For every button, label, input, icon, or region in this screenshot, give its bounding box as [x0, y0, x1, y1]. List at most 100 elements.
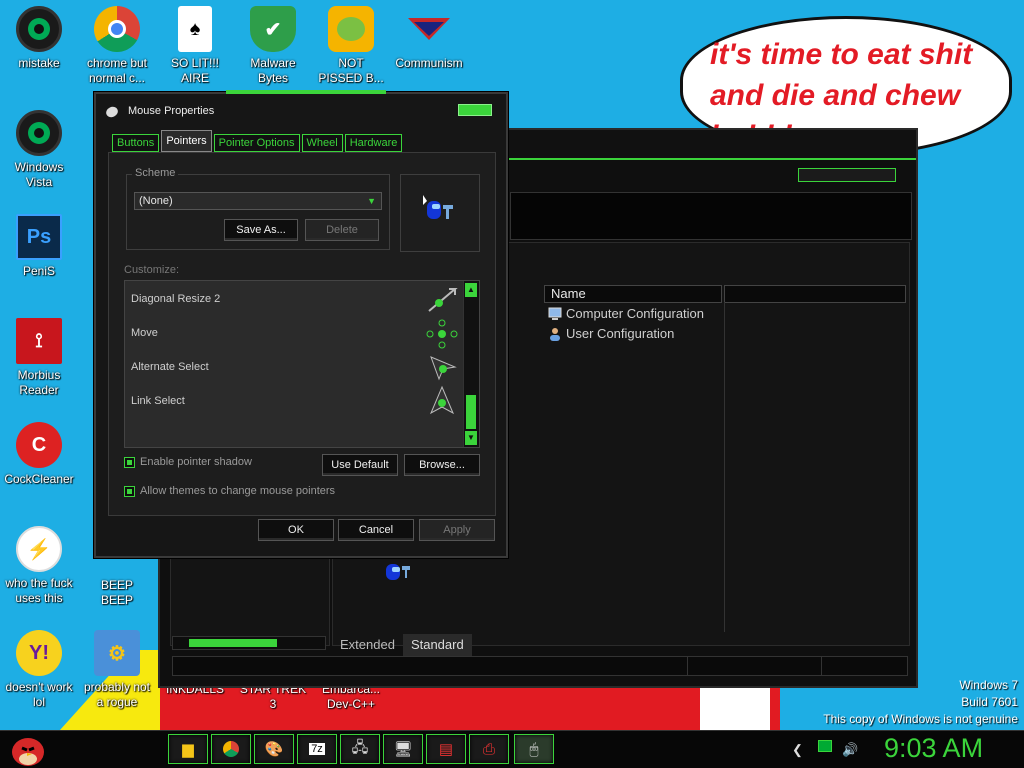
monitor-icon: 🖥: [393, 741, 413, 758]
pointer-name: Alternate Select: [131, 361, 209, 373]
column-header-blank[interactable]: [724, 285, 906, 303]
desktop-icon-label: who the fuck uses this: [5, 576, 73, 605]
desktop-icon-solitaire[interactable]: ♠ SO LIT!!! AIRE: [156, 6, 234, 86]
enable-pointer-shadow-checkbox[interactable]: Enable pointer shadow: [124, 456, 252, 468]
pointer-row-link-select[interactable]: Link Select: [131, 395, 185, 407]
taskbar-folder-button[interactable]: ▆: [168, 734, 208, 764]
tab-pointers[interactable]: Pointers: [161, 130, 212, 152]
desktop-icon-malwarebytes[interactable]: ✔ Malware Bytes: [234, 6, 312, 86]
dialog-titlebar[interactable]: Mouse Properties: [104, 104, 214, 118]
desktop-icon-photoshop[interactable]: Ps PeniS: [0, 214, 78, 279]
ok-button[interactable]: OK: [258, 519, 334, 541]
column-header-name[interactable]: Name: [544, 285, 722, 303]
pointer-list[interactable]: Diagonal Resize 2 Move Alternate Select …: [124, 280, 480, 448]
mouse-icon: 🖱: [529, 740, 539, 758]
column-divider: [724, 302, 725, 632]
taskbar-paint-button[interactable]: 🎨: [254, 734, 294, 764]
pdf-reader-icon: ⟟: [16, 318, 62, 364]
desktop-icon-label: SO LIT!!! AIRE: [170, 56, 219, 85]
mouse-icon: [104, 104, 120, 118]
move-icon: [425, 319, 459, 349]
fax-icon: ▤: [438, 741, 454, 758]
desktop-icon-beep-beep[interactable]: BEEP BEEP: [78, 552, 156, 608]
list-item-label: User Configuration: [566, 326, 675, 341]
tray-network-icon[interactable]: [818, 740, 832, 752]
tray-volume-icon[interactable]: 🔊: [842, 742, 858, 758]
among-us-cursor-icon: [423, 195, 453, 219]
desktop-icon-probably-not-rogue[interactable]: ⚙ probably not a rogue: [78, 630, 156, 710]
desktop-icon-not-pissed[interactable]: NOT PISSED B...: [312, 6, 390, 86]
desktop-icon-label: probably not a rogue: [83, 680, 151, 709]
taskbar-clock[interactable]: 9:03 AM: [884, 733, 983, 764]
desktop-icon-cockcleaner[interactable]: C CockCleaner: [0, 422, 78, 487]
taskbar-chrome-button[interactable]: [211, 734, 251, 764]
yahoo-messenger-icon: Y!: [16, 630, 62, 676]
save-as-button[interactable]: Save As...: [224, 219, 298, 241]
taskbar-mouse-button[interactable]: 🖱: [514, 734, 554, 764]
apply-button[interactable]: Apply: [419, 519, 495, 541]
list-item-computer-configuration[interactable]: Computer Configuration: [548, 306, 704, 321]
bad-piggies-icon: [328, 6, 374, 52]
desktop-icon-label: Communism: [395, 56, 463, 70]
watermark-os: Windows 7: [959, 678, 1018, 692]
taskbar-fax-button[interactable]: ▤: [426, 734, 466, 764]
taskbar-7zip-button[interactable]: 7z: [297, 734, 337, 764]
angry-bird-icon: [12, 738, 44, 766]
allow-themes-checkbox[interactable]: Allow themes to change mouse pointers: [124, 485, 335, 497]
desktop-icon-communism[interactable]: Communism: [390, 6, 468, 71]
desktop-icon-morbius-reader[interactable]: ⟟ Morbius Reader: [0, 318, 78, 398]
titlebar-accent: [226, 90, 386, 94]
tray-expand-icon[interactable]: ❮: [792, 742, 803, 758]
desktop-icon-yahoo[interactable]: Y! doesn't work lol: [0, 630, 78, 710]
desktop-icon-chrome[interactable]: chrome but normal c...: [78, 6, 156, 86]
delete-button[interactable]: Delete: [305, 219, 379, 241]
tab-buttons[interactable]: Buttons: [112, 134, 160, 152]
scroll-up-button[interactable]: ▲: [465, 283, 477, 297]
window-controls[interactable]: [798, 168, 896, 182]
desktop-icon-who-uses-this[interactable]: ⚡ who the fuck uses this: [0, 526, 78, 606]
computer-icon: [548, 307, 562, 321]
desktop-icon-mistake[interactable]: mistake: [0, 6, 78, 71]
desktop-icon-label: CockCleaner: [4, 472, 74, 486]
use-default-button[interactable]: Use Default: [322, 454, 398, 476]
pointer-row-diagonal-resize-2[interactable]: Diagonal Resize 2: [131, 293, 220, 305]
taskbar-network-button[interactable]: 🖧: [340, 734, 380, 764]
pointer-row-alternate-select[interactable]: Alternate Select: [131, 361, 209, 373]
emblem-icon: [406, 6, 452, 52]
horizontal-scrollbar[interactable]: [172, 636, 326, 650]
scrollbar-thumb[interactable]: [466, 395, 476, 429]
scroll-down-button[interactable]: ▼: [465, 431, 477, 445]
playing-cards-icon: ♠: [178, 6, 212, 52]
taskbar-monitor-button[interactable]: 🖥: [383, 734, 423, 764]
scheme-dropdown[interactable]: (None) ▼: [134, 192, 382, 210]
wallpaper-white-shape: [700, 688, 770, 730]
desktop-icon-label: Malware Bytes: [250, 56, 296, 85]
ccleaner-icon: C: [16, 422, 62, 468]
diagonal-resize-icon: [425, 285, 459, 315]
checkbox-checked[interactable]: [124, 485, 135, 497]
mouse-properties-dialog: Mouse Properties Buttons Pointers Pointe…: [94, 90, 508, 558]
browse-button[interactable]: Browse...: [404, 454, 480, 476]
desktop-icon-label: Windows Vista: [14, 160, 64, 189]
vertical-scrollbar[interactable]: ▲ ▼: [463, 281, 479, 447]
taskbar-printer-button[interactable]: ⎙: [469, 734, 509, 764]
tab-hardware[interactable]: Hardware: [344, 134, 403, 152]
tab-pointer-options[interactable]: Pointer Options: [213, 134, 300, 152]
close-button[interactable]: [458, 104, 492, 116]
pointer-name: Move: [131, 327, 158, 339]
dialog-title: Mouse Properties: [128, 105, 215, 117]
chrome-icon: [94, 6, 140, 52]
pointer-row-move[interactable]: Move: [131, 327, 158, 339]
checkbox-checked[interactable]: [124, 456, 135, 468]
cancel-button[interactable]: Cancel: [338, 519, 414, 541]
desktop-icon-label: Morbius Reader: [17, 368, 61, 397]
lightning-icon: ⚡: [16, 526, 62, 572]
scrollbar-thumb[interactable]: [189, 639, 277, 647]
view-tabs: Extended Standard: [332, 634, 472, 656]
list-item-user-configuration[interactable]: User Configuration: [548, 326, 674, 341]
tab-wheel[interactable]: Wheel: [301, 134, 343, 152]
start-button[interactable]: [8, 732, 48, 768]
tab-standard[interactable]: Standard: [402, 634, 472, 656]
tab-extended[interactable]: Extended: [332, 634, 403, 656]
desktop-icon-windows-vista[interactable]: Windows Vista: [0, 110, 78, 190]
